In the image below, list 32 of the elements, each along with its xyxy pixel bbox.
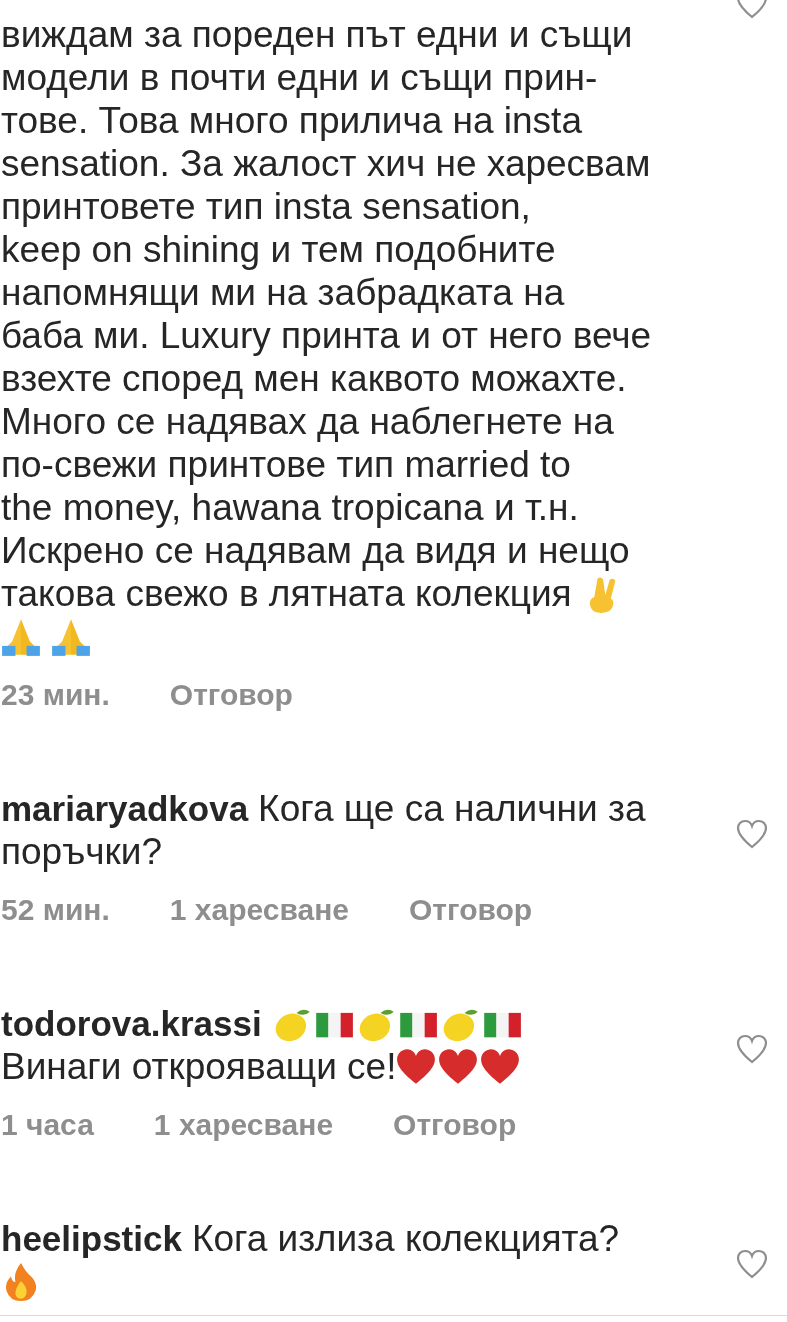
text-line: баба ми. Luxury принта и от него вече bbox=[1, 314, 652, 357]
text-line: модели в почти едни и същи прин- bbox=[1, 56, 598, 99]
text-line: виждам за пореден път едни и същи bbox=[1, 13, 633, 56]
comment-time: 52 мин. bbox=[1, 892, 110, 928]
reply-link[interactable]: Отговор bbox=[409, 890, 533, 930]
text-line: поръчки? bbox=[1, 830, 163, 873]
likes-count[interactable]: 1 харесване bbox=[153, 1105, 334, 1145]
text-line: Винаги открояващи се! bbox=[1, 1045, 397, 1088]
text-line: Кога излиза колекцията? bbox=[191, 1217, 620, 1260]
like-icon[interactable] bbox=[736, 1034, 768, 1064]
likes-count[interactable]: 1 харесване bbox=[169, 890, 350, 930]
comment-time: 23 мин. bbox=[1, 677, 110, 713]
text-line: Много се надявах да наблегнете на bbox=[1, 400, 614, 443]
reply-link[interactable]: Отговор bbox=[169, 675, 293, 715]
text-line: принтовете тип insta sensation, bbox=[1, 185, 531, 228]
like-icon[interactable] bbox=[736, 819, 768, 849]
username[interactable]: mariaryadkova bbox=[1, 787, 249, 830]
text-line: тове. Това много прилича на insta bbox=[1, 99, 582, 142]
text-line: sensation. За жалост хич не харесвам bbox=[1, 142, 651, 185]
comment-time: 1 часа bbox=[1, 1107, 94, 1143]
text-line: напомнящи ми на забрадката на bbox=[1, 271, 565, 314]
username[interactable]: todorova.krassi bbox=[1, 1002, 262, 1045]
text-line: Кога ще са налични за bbox=[258, 787, 646, 830]
text-line: такова свежо в лятната колекция bbox=[1, 572, 572, 615]
text-line: взехте според мен каквото можахте. bbox=[1, 357, 627, 400]
text-line: the money, hawana tropicana и т.н. bbox=[1, 486, 579, 529]
text-line: по-свежи принтове тип married to bbox=[1, 443, 571, 486]
username[interactable]: heelipstick bbox=[1, 1217, 182, 1260]
like-icon[interactable] bbox=[736, 1249, 768, 1279]
text-line: keep on shining и тем подобните bbox=[1, 228, 556, 271]
reply-link[interactable]: Отговор bbox=[393, 1105, 517, 1145]
text-line: Искрено се надявам да видя и нещо bbox=[1, 529, 630, 572]
